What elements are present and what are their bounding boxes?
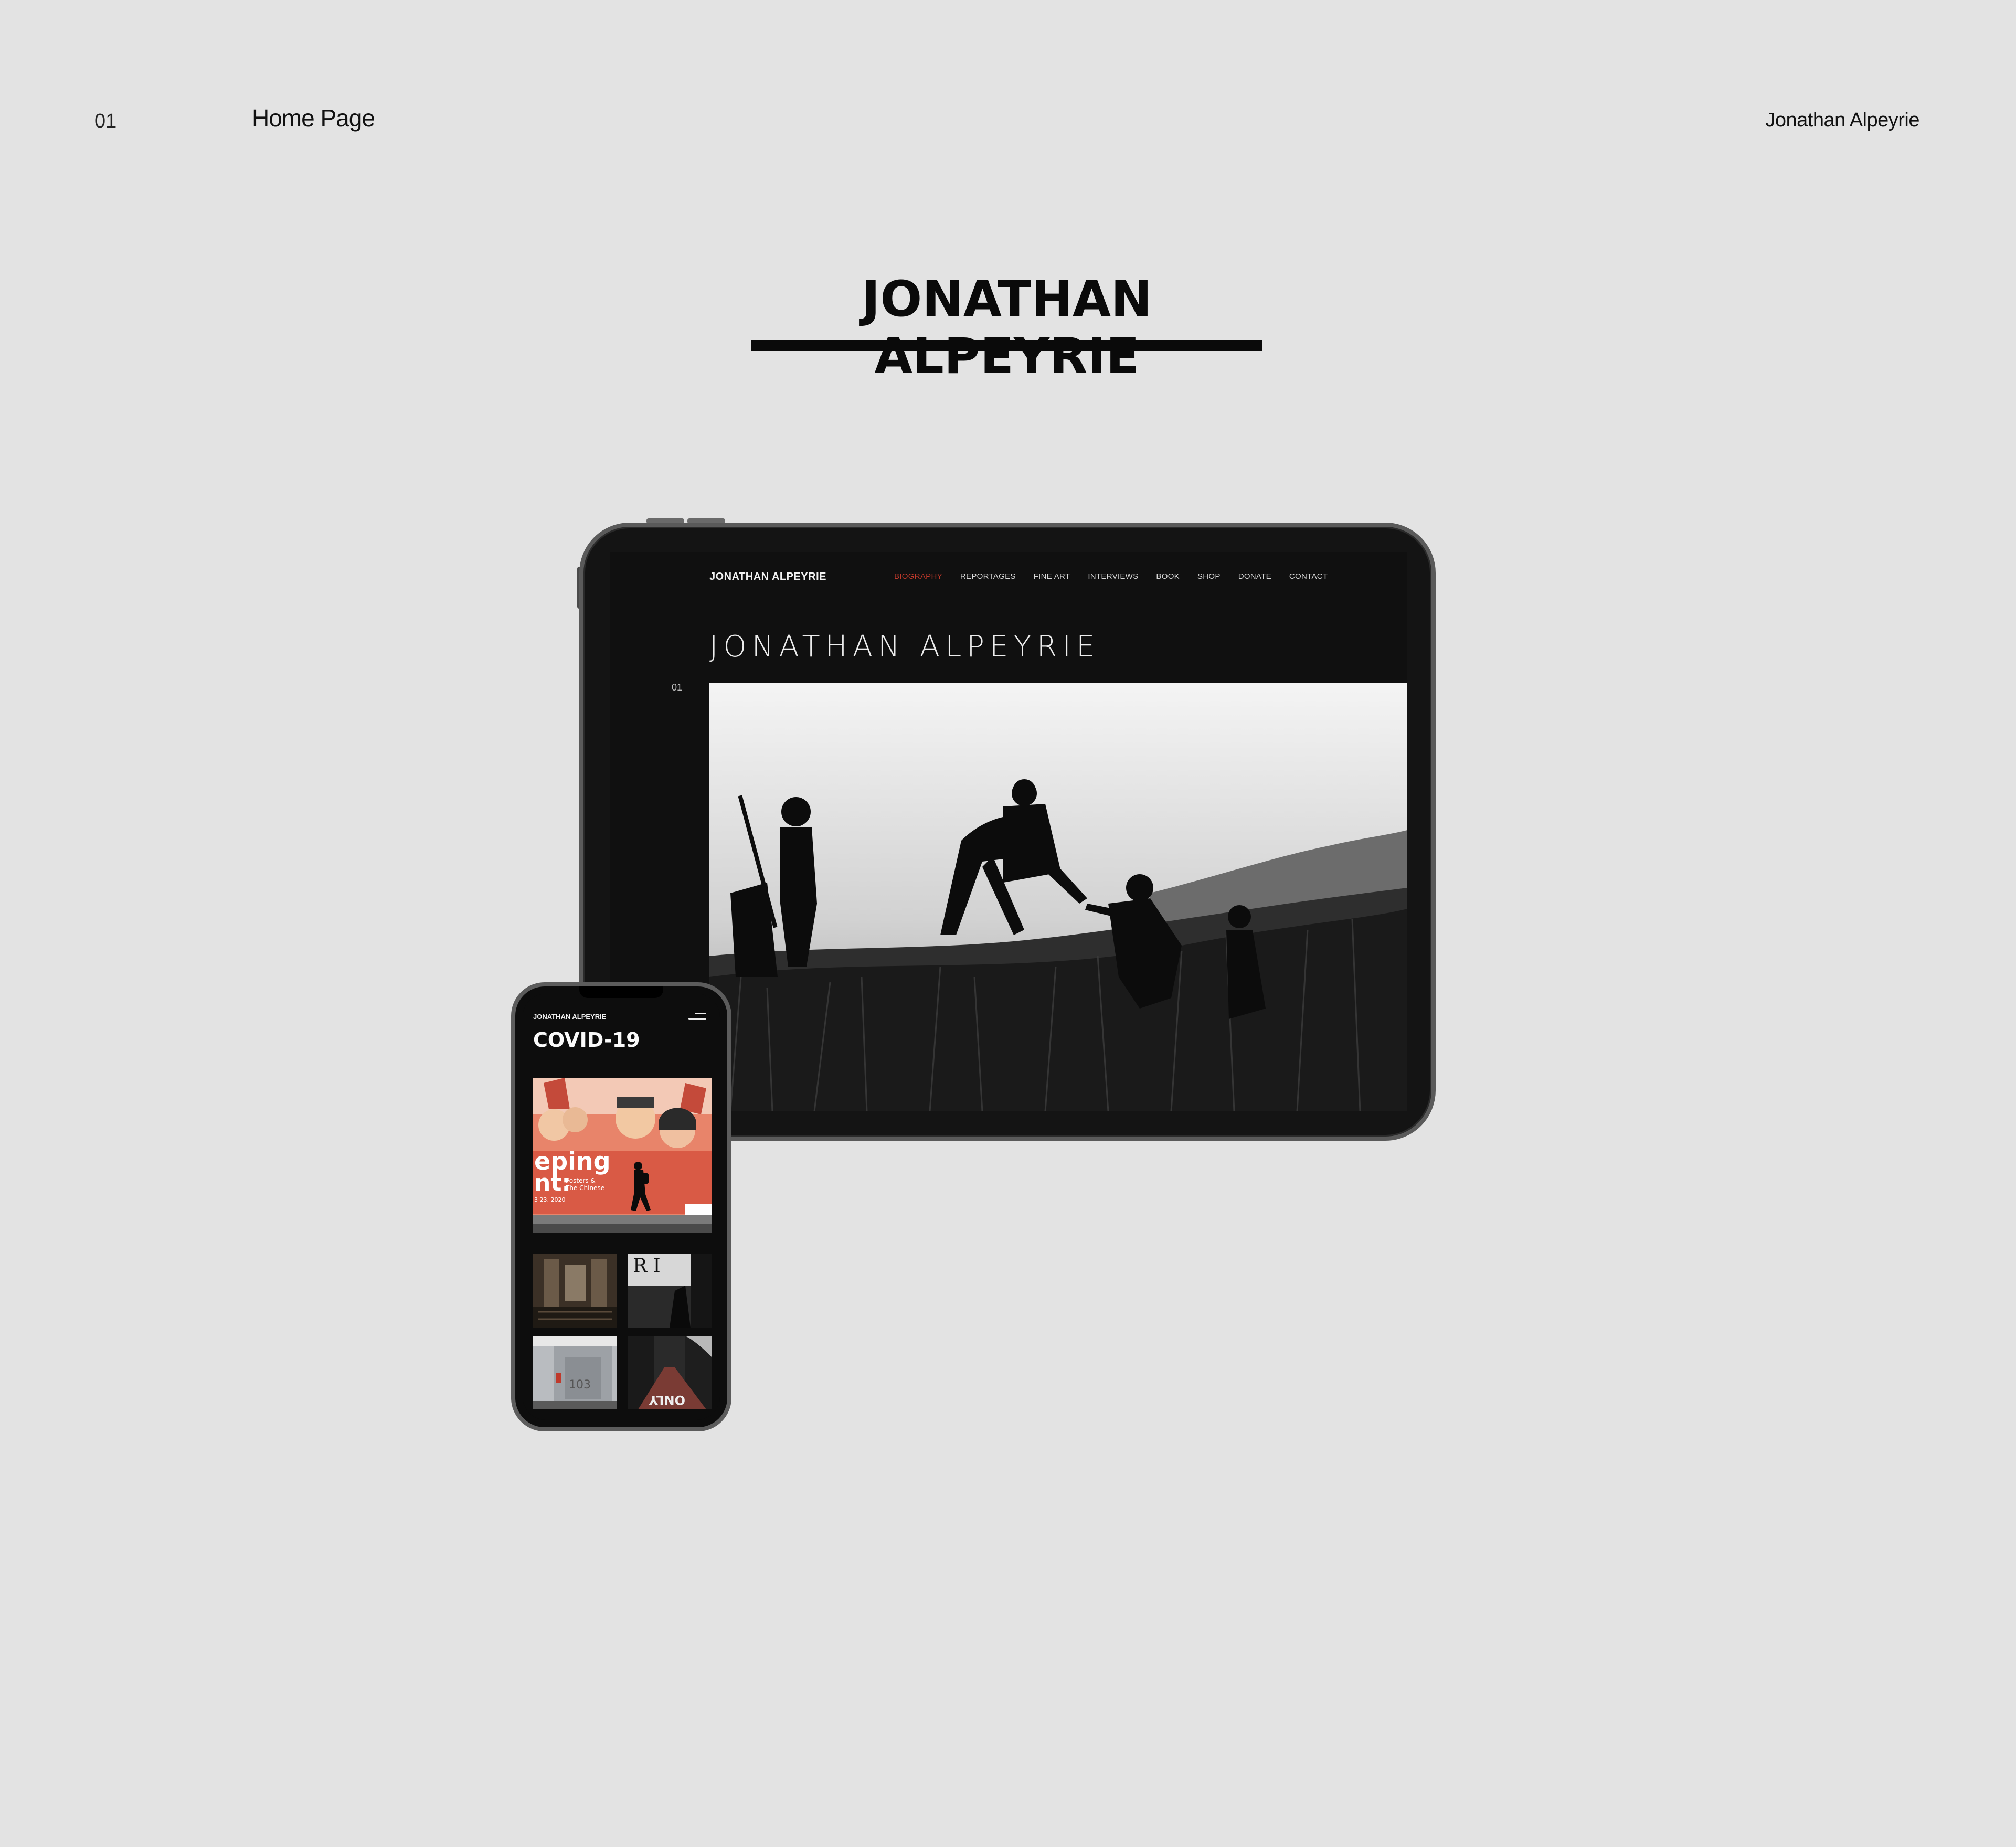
feature-image-propaganda-poster[interactable]: eping nt: Posters & The Chinese 3 23, 20… [533, 1078, 712, 1233]
mobile-site-logo[interactable]: JONATHAN ALPEYRIE [533, 1013, 606, 1021]
thumb-sign-text: R I [633, 1255, 661, 1277]
hero-photo-soldiers [709, 683, 1407, 1111]
thumb-street-marking: ONLY [649, 1393, 685, 1407]
nav-item-shop[interactable]: SHOP [1197, 572, 1221, 581]
thumb-empty-street[interactable]: ONLY [628, 1336, 712, 1409]
main-title: JONATHAN ALPEYRIE [862, 271, 1152, 385]
hamburger-menu-icon[interactable] [688, 1013, 706, 1020]
phone-notch [579, 986, 663, 998]
nav-item-book[interactable]: BOOK [1156, 572, 1180, 581]
feature-date: 3 23, 2020 [534, 1196, 565, 1203]
thumb-storefront-number: 103 [569, 1378, 591, 1392]
nav-item-reportages[interactable]: REPORTAGES [960, 572, 1016, 581]
phone-screen: JONATHAN ALPEYRIE COVID-19 eping nt: Pos… [523, 994, 720, 1420]
mobile-section-title: COVID-19 [533, 1028, 640, 1052]
page-label: Home Page [252, 104, 375, 132]
nav-item-fine-art[interactable]: FINE ART [1034, 572, 1070, 581]
feature-small-text-1: Posters & [566, 1177, 596, 1184]
title-underline [751, 340, 1262, 351]
thumb-closed-storefront[interactable]: 103 [533, 1336, 617, 1409]
thumb-church-interior[interactable] [533, 1254, 617, 1328]
thumb-shop-sign[interactable]: R I [628, 1254, 712, 1328]
site-logo[interactable]: JONATHAN ALPEYRIE [709, 571, 826, 583]
slide-index: 01 [672, 682, 683, 693]
feature-small-text-2: The Chinese [565, 1184, 604, 1192]
hero-title: JONATHAN ALPEYRIE [709, 630, 1100, 664]
author-name: Jonathan Alpeyrie [1765, 109, 1919, 131]
nav-item-contact[interactable]: CONTACT [1289, 572, 1328, 581]
page-number: 01 [94, 110, 117, 132]
nav-item-interviews[interactable]: INTERVIEWS [1088, 572, 1138, 581]
nav-item-biography[interactable]: BIOGRAPHY [894, 572, 942, 581]
presentation-page: 01 Home Page Jonathan Alpeyrie JONATHAN … [0, 0, 2016, 1847]
site-nav: BIOGRAPHY REPORTAGES FINE ART INTERVIEWS… [894, 572, 1328, 581]
nav-item-donate[interactable]: DONATE [1238, 572, 1271, 581]
